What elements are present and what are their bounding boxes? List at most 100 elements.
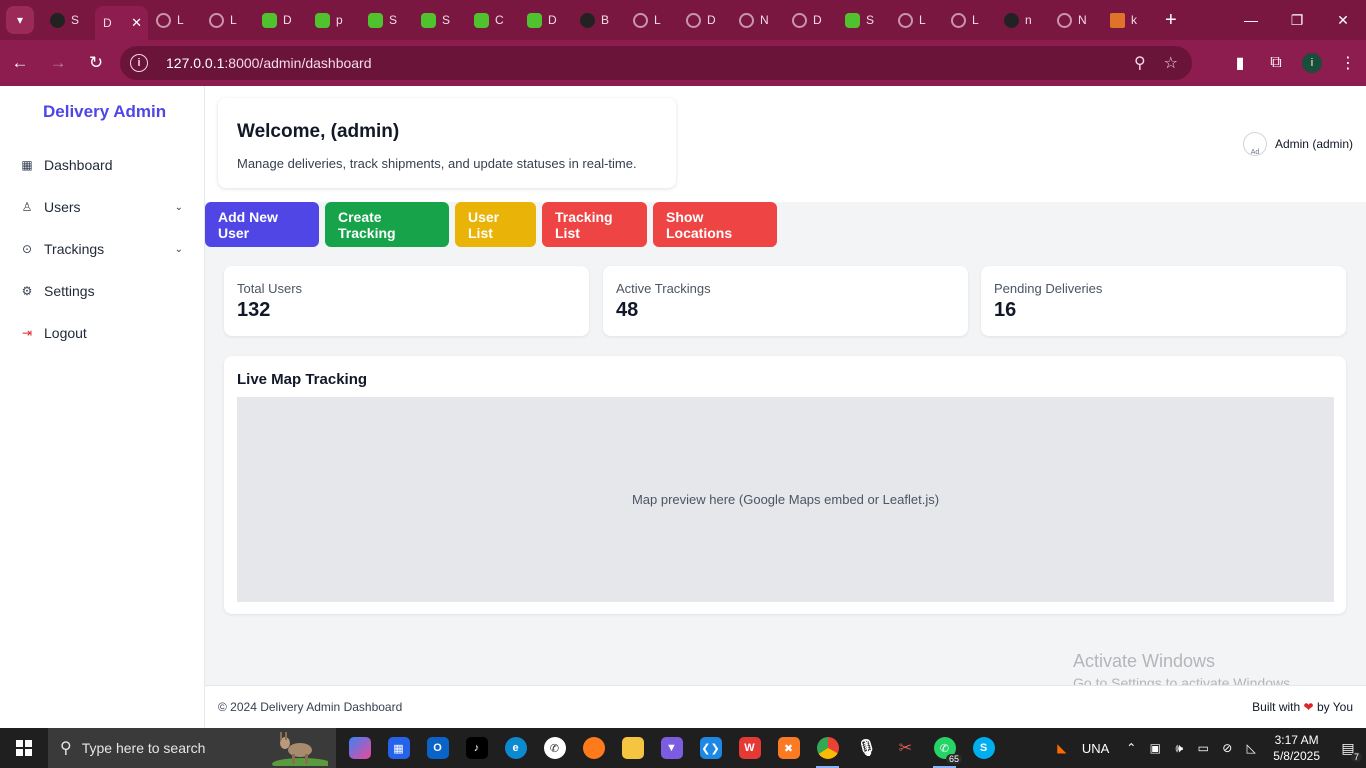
system-tray: ◣ UNA ⌃ ▣ 🕪 ▭ ⊘ ◺ 3:17 AM 5/8/2025 ▤ 7: [1050, 728, 1366, 768]
avatar[interactable]: Ad: [1242, 132, 1267, 156]
show-hidden-icons-icon[interactable]: ⌃: [1119, 741, 1143, 755]
whatsapp-icon[interactable]: ✆: [535, 728, 574, 768]
tab-favicon-icon: [898, 12, 913, 28]
heart-icon: ❤: [1303, 700, 1314, 714]
chrome-icon[interactable]: [808, 728, 847, 768]
start-button[interactable]: [0, 728, 48, 768]
zoom-icon[interactable]: ⚲: [1134, 53, 1146, 73]
welcome-card: Welcome, (admin) Manage deliveries, trac…: [218, 98, 676, 188]
tab-favicon-icon: [315, 12, 330, 28]
file-explorer-icon[interactable]: [613, 728, 652, 768]
chevron-down-icon: ⌄: [174, 201, 183, 213]
reload-icon[interactable]: ↻: [78, 45, 114, 81]
outlook-icon[interactable]: O: [418, 728, 457, 768]
browser-tab[interactable]: p: [307, 0, 360, 40]
close-window-icon[interactable]: ✕: [1320, 0, 1366, 40]
notification-center-icon[interactable]: ▤ 7: [1330, 728, 1366, 768]
tiktok-icon[interactable]: ♪: [457, 728, 496, 768]
wps-icon[interactable]: W: [730, 728, 769, 768]
skype-icon[interactable]: S: [964, 728, 1003, 768]
firefox-icon[interactable]: [574, 728, 613, 768]
wifi-off-icon[interactable]: ◺: [1239, 741, 1263, 755]
address-bar[interactable]: i 127.0.0.1:8000/admin/dashboard ⚲ ☆: [120, 46, 1192, 80]
logout-icon: ⇥: [21, 326, 33, 340]
browser-tab[interactable]: S: [42, 0, 95, 40]
welcome-subtitle: Manage deliveries, track shipments, and …: [237, 156, 637, 171]
new-tab-button[interactable]: +: [1165, 9, 1177, 32]
browser-tab[interactable]: B: [572, 0, 625, 40]
window-controls: — ❐ ✕: [1228, 0, 1366, 40]
browser-tab[interactable]: D: [519, 0, 572, 40]
browser-tab[interactable]: L: [890, 0, 943, 40]
browser-tab[interactable]: C: [466, 0, 519, 40]
browser-tab[interactable]: L: [148, 0, 201, 40]
close-tab-icon[interactable]: ✕: [131, 15, 142, 31]
tab-search-button[interactable]: ▾: [6, 6, 34, 34]
browser-tab[interactable]: D: [784, 0, 837, 40]
back-icon[interactable]: ←: [2, 45, 38, 81]
tab-favicon-icon: [792, 12, 807, 28]
restore-icon[interactable]: ❐: [1274, 0, 1320, 40]
browser-tab[interactable]: k: [1102, 0, 1155, 40]
sidebar-item-logout[interactable]: ⇥ Logout: [0, 312, 205, 354]
volume-icon[interactable]: 🕪: [1167, 741, 1191, 756]
browser-tab[interactable]: N: [1049, 0, 1102, 40]
browser-tab[interactable]: S: [837, 0, 890, 40]
snipping-tool-icon[interactable]: ✂: [886, 728, 925, 768]
tray-app-icon[interactable]: ◣: [1050, 741, 1074, 755]
stat-label: Pending Deliveries: [994, 281, 1103, 296]
whatsapp-business-icon[interactable]: ✆ 65: [925, 728, 964, 768]
browser-tab-strip: ▾ S D ✕ L L Dp S S C D B L D N D S L Ln Nk + — ❐ ✕: [0, 0, 1366, 40]
show-locations-button[interactable]: Show Locations: [653, 202, 777, 247]
edge-icon[interactable]: e: [496, 728, 535, 768]
network-icon[interactable]: ⊘: [1215, 741, 1239, 755]
forward-icon[interactable]: →: [40, 45, 76, 81]
browser-tab[interactable]: D ✕: [95, 6, 148, 40]
browser-menu-icon[interactable]: ⋮: [1330, 45, 1366, 81]
vpn-icon[interactable]: ▼: [652, 728, 691, 768]
meet-now-icon[interactable]: ▣: [1143, 741, 1167, 755]
vscode-icon[interactable]: ❮❯: [691, 728, 730, 768]
user-name[interactable]: Admin (admin): [1275, 137, 1353, 151]
browser-tab[interactable]: D: [254, 0, 307, 40]
minimize-icon[interactable]: —: [1228, 0, 1274, 40]
browser-tab[interactable]: n: [996, 0, 1049, 40]
sidebar-item-settings[interactable]: ⚙ Settings: [0, 270, 205, 312]
clock[interactable]: 3:17 AM 5/8/2025: [1273, 732, 1320, 764]
add-new-user-button[interactable]: Add New User: [205, 202, 319, 247]
sidebar-item-users[interactable]: ♙ Users ⌄: [0, 186, 205, 228]
site-info-icon[interactable]: i: [130, 54, 148, 72]
stat-label: Total Users: [237, 281, 303, 296]
tracking-list-button[interactable]: Tracking List: [542, 202, 647, 247]
sidebar-nav: ▦ Dashboard ♙ Users ⌄ ⊙ Trackings ⌄ ⚙ Se…: [0, 144, 205, 354]
microphone-icon[interactable]: 🎙: [847, 728, 886, 768]
user-list-button[interactable]: User List: [455, 202, 536, 247]
profile-avatar[interactable]: i: [1302, 53, 1322, 73]
create-tracking-button[interactable]: Create Tracking: [325, 202, 449, 247]
sidebar-item-trackings[interactable]: ⊙ Trackings ⌄: [0, 228, 205, 270]
browser-tab[interactable]: S: [360, 0, 413, 40]
browser-tab[interactable]: S: [413, 0, 466, 40]
user-menu[interactable]: Ad Admin (admin): [1242, 132, 1353, 156]
stat-card-total-users: Total Users 132: [224, 266, 589, 336]
extensions-puzzle-icon[interactable]: ⧉: [1258, 45, 1294, 81]
battery-icon[interactable]: ▭: [1191, 741, 1215, 755]
xampp-icon[interactable]: ✖: [769, 728, 808, 768]
browser-tab[interactable]: D: [678, 0, 731, 40]
sidebar-item-dashboard[interactable]: ▦ Dashboard: [0, 144, 205, 186]
bookmark-star-icon[interactable]: ☆: [1164, 53, 1178, 73]
browser-tab[interactable]: N: [731, 0, 784, 40]
browser-tab[interactable]: L: [943, 0, 996, 40]
language-indicator[interactable]: UNA: [1082, 741, 1109, 756]
tab-favicon-icon: [1004, 12, 1019, 28]
browser-tab[interactable]: L: [625, 0, 678, 40]
taskbar-search-box[interactable]: ⚲ Type here to search: [48, 728, 336, 768]
sidebar-item-label: Dashboard: [44, 157, 113, 173]
store-icon[interactable]: ▦: [379, 728, 418, 768]
url-text[interactable]: 127.0.0.1:8000/admin/dashboard: [166, 55, 372, 71]
map-preview[interactable]: Map preview here (Google Maps embed or L…: [237, 397, 1334, 602]
copilot-icon[interactable]: [340, 728, 379, 768]
extension-doc-icon[interactable]: ▮: [1222, 45, 1258, 81]
browser-tab[interactable]: L: [201, 0, 254, 40]
brand-title[interactable]: Delivery Admin: [43, 102, 166, 122]
